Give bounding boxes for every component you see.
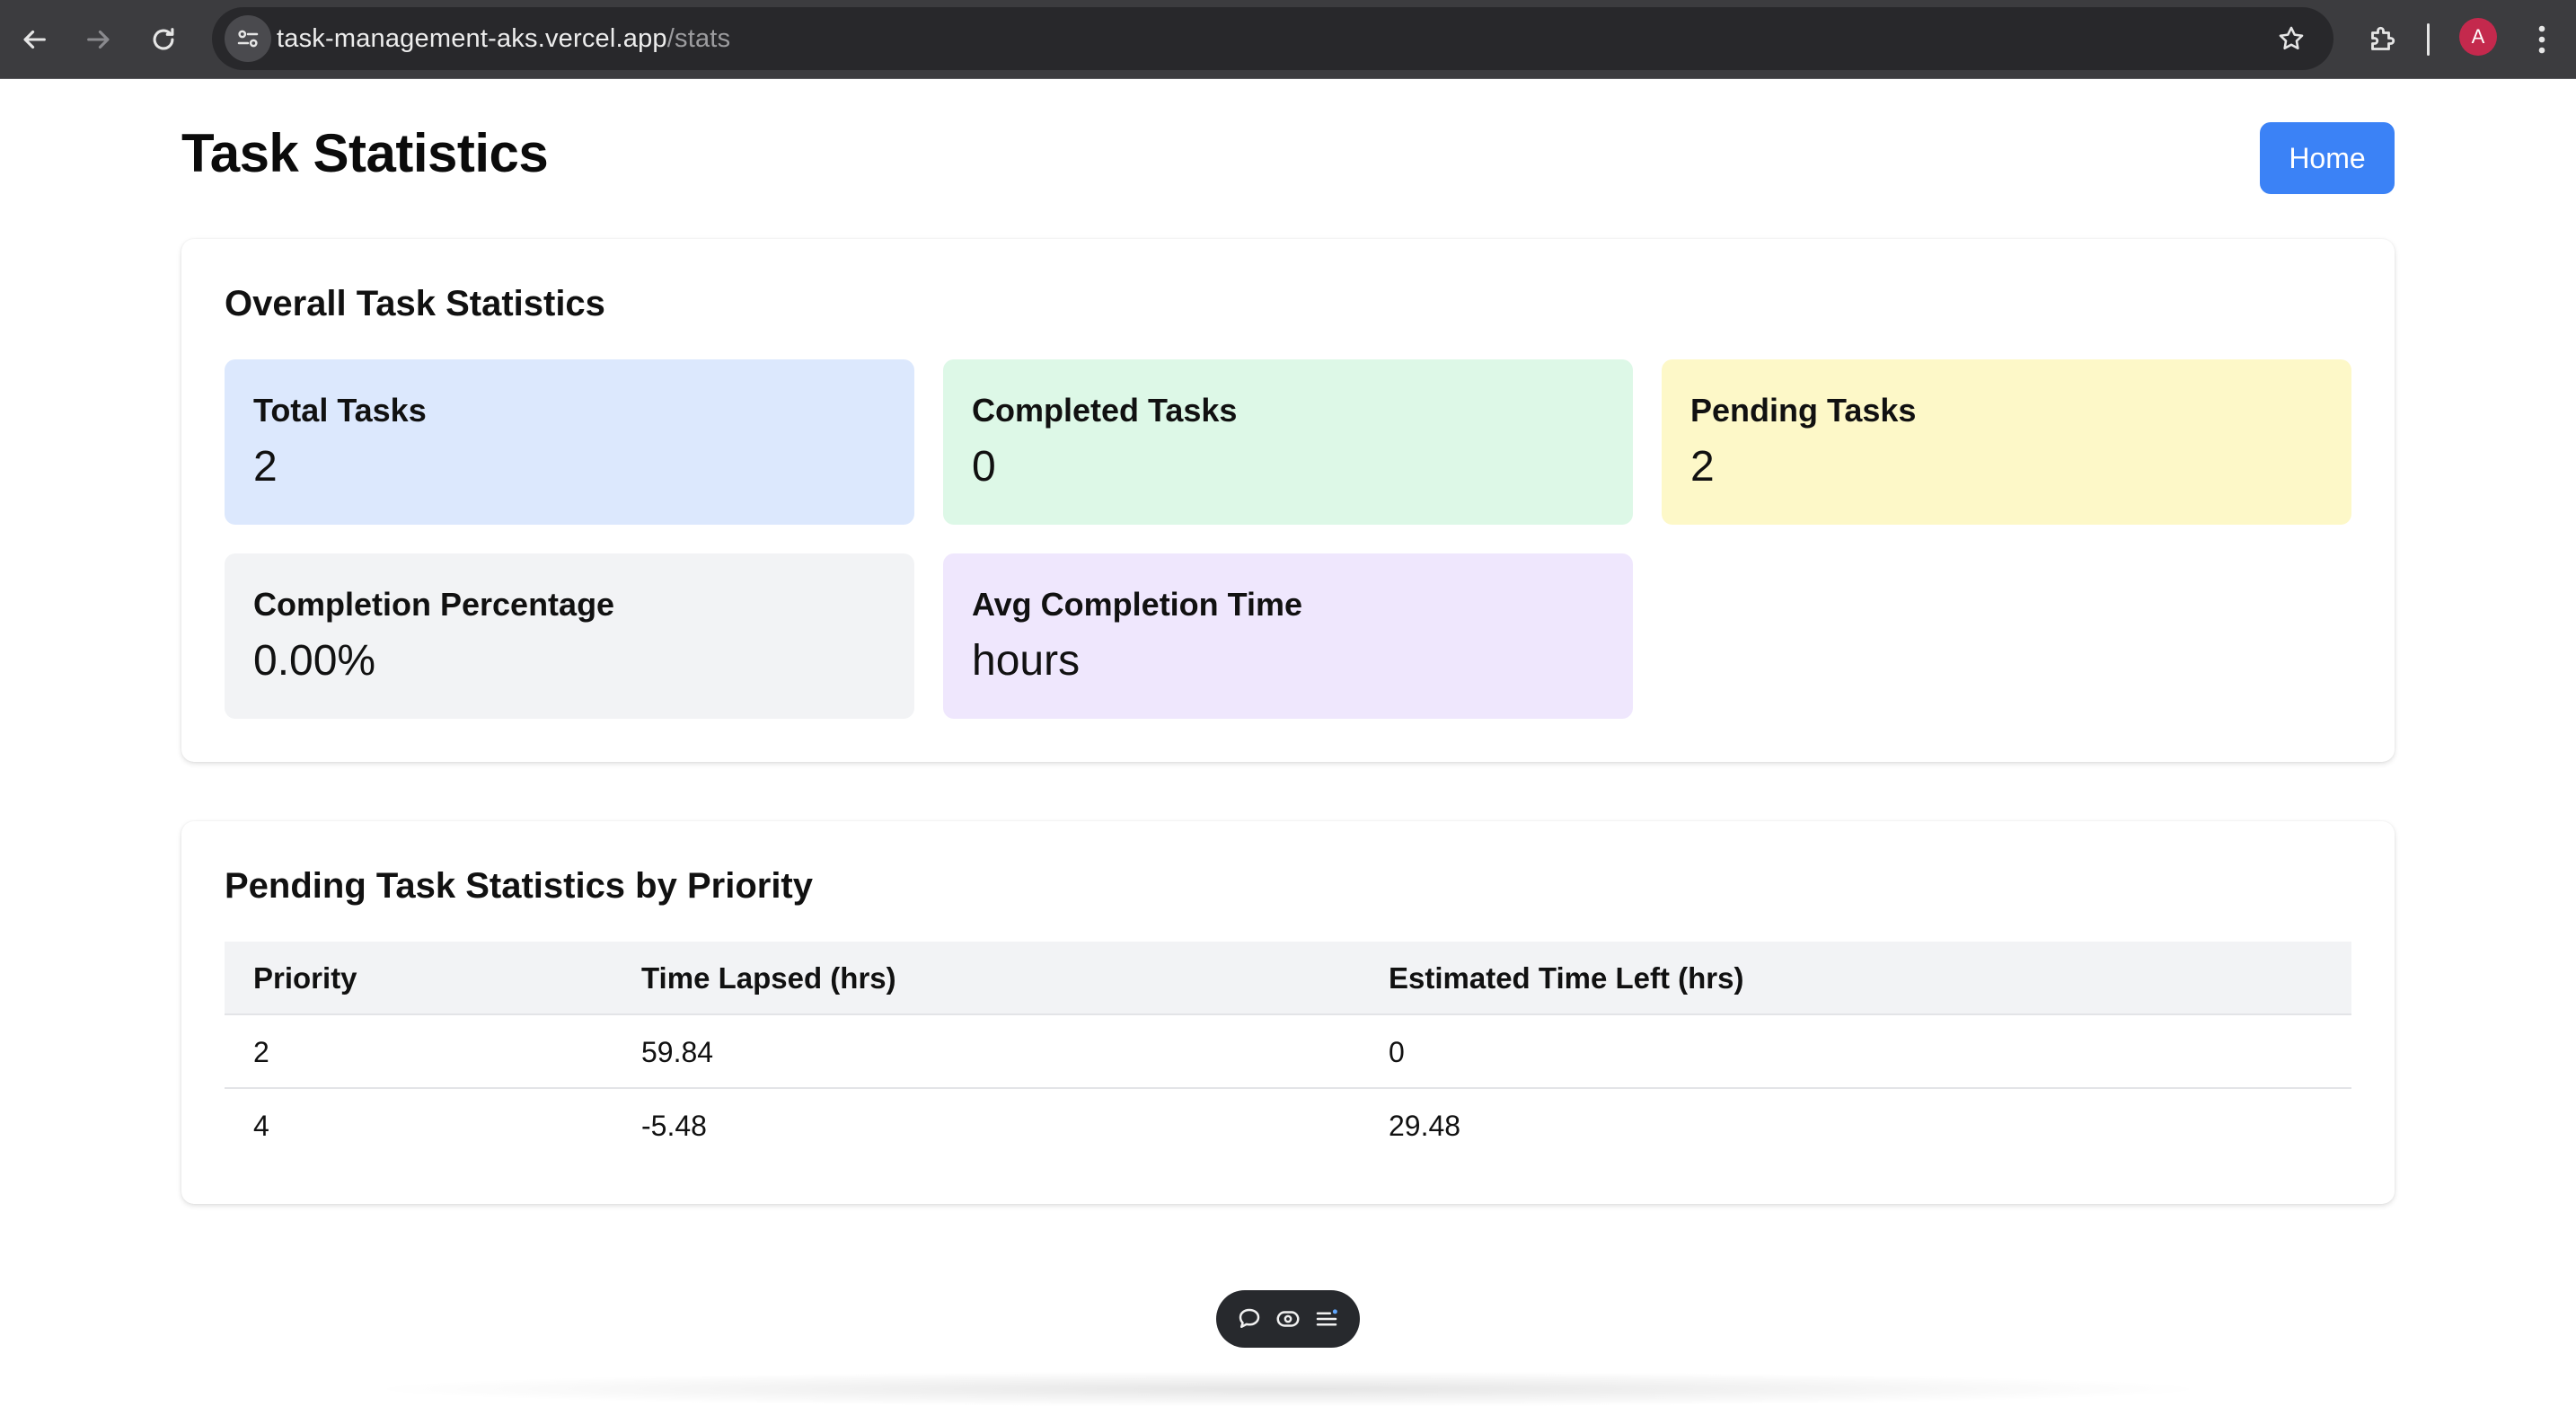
bottom-shadow	[359, 1371, 2217, 1407]
column-header-priority: Priority	[253, 961, 357, 995]
priority-table: Priority Time Lapsed (hrs) Estimated Tim…	[225, 942, 2351, 1163]
stat-label: Pending Tasks	[1690, 392, 1917, 429]
cell-time-lapsed: -5.48	[641, 1110, 707, 1142]
bookmark-button[interactable]	[2272, 20, 2310, 58]
column-header-time-lapsed: Time Lapsed (hrs)	[641, 961, 896, 995]
stat-label: Completion Percentage	[253, 586, 615, 623]
cell-time-lapsed: 59.84	[641, 1036, 714, 1068]
floating-toolbar	[1216, 1290, 1360, 1348]
stat-avg-completion-time: Avg Completion Time hours	[943, 553, 1633, 719]
menu-button[interactable]	[1313, 1305, 1340, 1332]
cell-priority: 4	[253, 1110, 269, 1142]
overall-statistics-title: Overall Task Statistics	[225, 284, 605, 323]
reload-icon	[153, 28, 174, 50]
back-button[interactable]	[9, 14, 59, 65]
stat-total-tasks: Total Tasks 2	[225, 359, 914, 525]
eye-icon	[1276, 1311, 1300, 1327]
home-button[interactable]: Home	[2260, 122, 2395, 194]
stat-completed-tasks: Completed Tasks 0	[943, 359, 1633, 525]
stat-value: 0	[972, 443, 996, 491]
browser-toolbar: task-management-aks.vercel.app/stats A	[0, 0, 2576, 79]
stat-value: 2	[1690, 443, 1715, 491]
cell-estimated-time-left: 29.48	[1389, 1110, 1461, 1142]
cell-estimated-time-left: 0	[1389, 1036, 1405, 1068]
overall-statistics-card: Overall Task Statistics Total Tasks 2 Co…	[181, 239, 2395, 762]
stat-pending-tasks: Pending Tasks 2	[1662, 359, 2351, 525]
preview-button[interactable]	[1275, 1305, 1301, 1332]
list-icon	[1316, 1309, 1337, 1326]
site-info-button[interactable]	[225, 15, 271, 62]
url-host: task-management-aks.vercel.app	[277, 24, 667, 53]
stat-value: 0.00%	[253, 637, 376, 685]
puzzle-icon	[2371, 26, 2395, 50]
extensions-button[interactable]	[2357, 14, 2407, 65]
address-bar[interactable]: task-management-aks.vercel.app/stats	[212, 7, 2333, 70]
comment-button[interactable]	[1236, 1305, 1263, 1332]
forward-button[interactable]	[74, 14, 124, 65]
stat-label: Completed Tasks	[972, 392, 1238, 429]
pending-priority-card: Pending Task Statistics by Priority Prio…	[181, 821, 2395, 1204]
star-icon	[2279, 26, 2304, 50]
stat-label: Avg Completion Time	[972, 586, 1303, 623]
pending-priority-title: Pending Task Statistics by Priority	[225, 866, 813, 906]
url-text: task-management-aks.vercel.app/stats	[277, 7, 730, 70]
cell-priority: 2	[253, 1036, 269, 1068]
stat-value: hours	[972, 637, 1081, 685]
column-header-estimated-time-left: Estimated Time Left (hrs)	[1389, 961, 1744, 995]
arrow-left-icon	[23, 30, 46, 49]
browser-menu-button[interactable]	[2520, 14, 2563, 65]
stat-value: 2	[253, 443, 278, 491]
stat-completion-percentage: Completion Percentage 0.00%	[225, 553, 914, 719]
table-row: 4 -5.48 29.48	[225, 1089, 2351, 1163]
tune-icon	[237, 30, 259, 48]
url-path: /stats	[666, 24, 731, 53]
reload-button[interactable]	[138, 14, 189, 65]
profile-avatar[interactable]: A	[2459, 18, 2497, 56]
kebab-menu-icon	[2538, 25, 2545, 54]
table-row: 2 59.84 0	[225, 1015, 2351, 1089]
table-header: Priority Time Lapsed (hrs) Estimated Tim…	[225, 942, 2351, 1015]
comment-icon	[1239, 1308, 1260, 1328]
stat-label: Total Tasks	[253, 392, 427, 429]
page-title: Task Statistics	[181, 123, 549, 183]
arrow-right-icon	[87, 30, 110, 49]
toolbar-divider	[2427, 23, 2430, 56]
